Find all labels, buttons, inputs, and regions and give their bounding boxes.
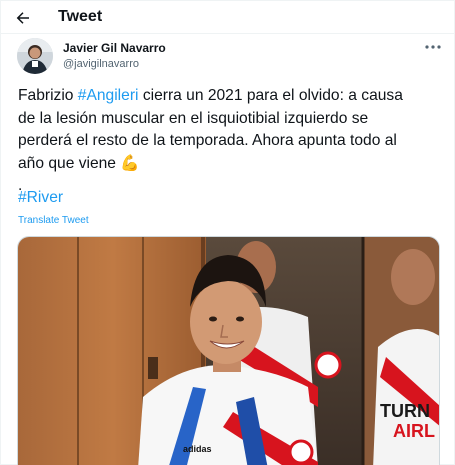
author-name[interactable]: Javier Gil Navarro (63, 41, 166, 55)
svg-text:adidas: adidas (183, 444, 212, 454)
tweet-line: perderá el resto de la temporada. Ahora … (18, 132, 397, 149)
svg-text:AIRL: AIRL (393, 421, 435, 441)
avatar[interactable] (17, 38, 53, 74)
tweet-media-image[interactable]: TURN AIRL adidas (17, 236, 440, 465)
hashtag-angileri[interactable]: #Angileri (78, 87, 139, 104)
top-header: Tweet (1, 1, 455, 34)
translate-tweet-link[interactable]: Translate Tweet (18, 215, 89, 226)
page-title: Tweet (58, 8, 103, 25)
tweet-line: . (18, 177, 23, 194)
arrow-left-icon (16, 12, 29, 24)
hashtag-river[interactable]: #River (18, 189, 63, 207)
back-button[interactable] (11, 6, 35, 30)
tweet-text-segment: cierra un 2021 para el olvido: a causa (138, 87, 403, 104)
author-handle[interactable]: @javigilnavarro (63, 58, 139, 70)
tweet-line: Fabrizio #Angileri cierra un 2021 para e… (18, 85, 446, 108)
tweet-text: Fabrizio #Angileri cierra un 2021 para e… (18, 85, 446, 198)
more-horizontal-icon (425, 45, 441, 49)
jersey-sponsor-text: TURN (380, 401, 430, 421)
tweet-text-segment: Fabrizio (18, 87, 78, 104)
tweet-line: año que viene 💪 (18, 154, 140, 172)
tweet-line: de la lesión muscular en el isquiotibial… (18, 109, 369, 127)
tweet-page: Tweet Javier Gil Navarro @javigilnavarro… (0, 0, 455, 465)
more-options-button[interactable] (422, 39, 444, 55)
